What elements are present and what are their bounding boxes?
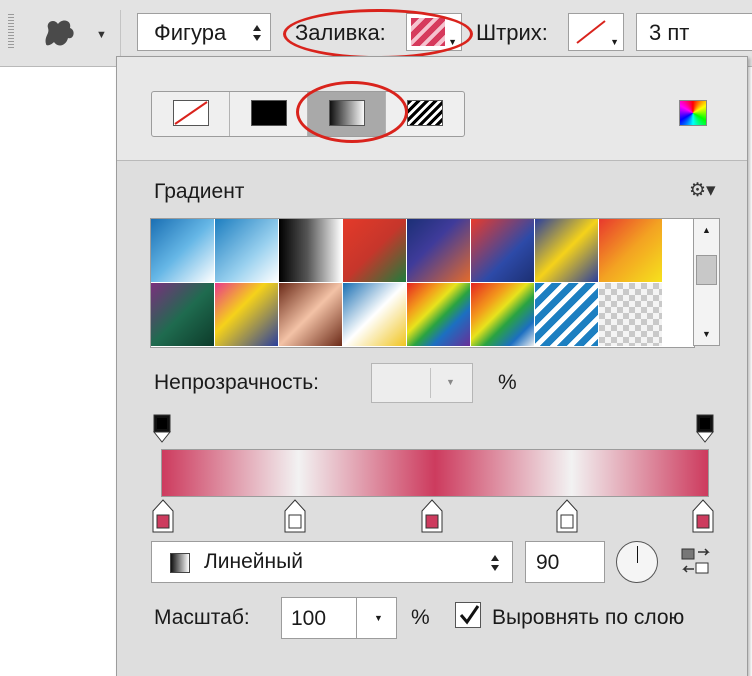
align-with-layer-checkbox[interactable]	[455, 602, 481, 628]
scale-label: Масштаб:	[154, 606, 250, 629]
gradient-type-select[interactable]: Линейный	[151, 541, 513, 583]
custom-shape-tool-icon[interactable]	[40, 16, 80, 50]
stroke-swatch-button[interactable]: ▼	[568, 13, 624, 51]
fill-type-switcher	[151, 91, 465, 137]
opacity-unit: %	[498, 371, 517, 394]
divider	[356, 598, 357, 638]
presets-scrollbar[interactable]: ▲ ▼	[693, 218, 720, 346]
color-stop-icon[interactable]	[556, 499, 578, 533]
gradient-type-icon	[170, 553, 190, 573]
updown-arrows-icon	[253, 25, 261, 41]
scrollbar-thumb[interactable]	[696, 255, 717, 285]
fill-preview	[411, 18, 445, 46]
gradient-type-value: Линейный	[204, 550, 303, 573]
gradient-preset-swatch[interactable]	[215, 283, 278, 346]
shape-type-value: Фигура	[154, 20, 227, 45]
gradient-preset-swatch[interactable]	[343, 219, 406, 282]
opacity-label: Непрозрачность:	[154, 371, 319, 394]
divider	[430, 368, 431, 398]
toolbar-grip[interactable]	[8, 14, 14, 48]
scale-input[interactable]: 100 ▼	[281, 597, 397, 639]
gradient-preset-swatch[interactable]	[215, 219, 278, 282]
toolbar-divider	[120, 10, 121, 56]
pattern-icon	[407, 100, 443, 126]
gradient-preset-swatch[interactable]	[471, 283, 534, 346]
gradient-icon	[329, 100, 365, 126]
scroll-up-icon[interactable]: ▲	[702, 225, 711, 235]
color-picker-icon[interactable]	[679, 100, 707, 126]
gradient-preset-swatch[interactable]	[343, 283, 406, 346]
no-fill-button[interactable]	[152, 92, 230, 136]
scroll-down-icon[interactable]: ▼	[702, 329, 711, 339]
gradient-preset-swatch[interactable]	[407, 219, 470, 282]
fill-options-panel: Градиент ⚙▾ ▲ ▼ Непрозрачность: ▼ % Лине…	[116, 56, 748, 676]
gradient-preview-bar[interactable]	[161, 449, 709, 497]
chevron-down-icon[interactable]: ▼	[446, 377, 455, 387]
gradient-section: Градиент ⚙▾ ▲ ▼ Непрозрачность: ▼ %	[117, 160, 747, 676]
angle-dial[interactable]	[616, 541, 658, 583]
angle-dial-hand	[637, 546, 638, 563]
color-stop-icon[interactable]	[692, 499, 714, 533]
opacity-input[interactable]: ▼	[371, 363, 473, 403]
fill-swatch-button[interactable]: ▼	[406, 13, 462, 51]
color-stop-icon[interactable]	[284, 499, 306, 533]
gradient-preset-swatch[interactable]	[151, 283, 214, 346]
angle-input[interactable]: 90	[525, 541, 605, 583]
reverse-gradient-icon[interactable]	[681, 547, 711, 577]
no-fill-icon	[173, 100, 209, 126]
chevron-down-icon: ▼	[448, 37, 457, 47]
solid-color-icon	[251, 100, 287, 126]
chevron-down-icon[interactable]: ▼	[374, 613, 383, 623]
scale-value: 100	[291, 607, 327, 630]
gradient-preset-swatch[interactable]	[535, 219, 598, 282]
color-stop-icon[interactable]	[152, 499, 174, 533]
checkmark-icon	[459, 605, 480, 625]
gradient-preset-swatch[interactable]	[535, 283, 598, 346]
gradient-preset-swatch[interactable]	[151, 219, 214, 282]
gradient-preset-swatch[interactable]	[407, 283, 470, 346]
stroke-width-input[interactable]: 3 пт	[636, 13, 752, 51]
solid-color-button[interactable]	[230, 92, 308, 136]
gradient-preset-swatch[interactable]	[599, 283, 662, 346]
gradient-title: Градиент	[154, 180, 245, 203]
align-with-layer-label: Выровнять по слою	[492, 606, 685, 629]
gradient-presets-grid	[150, 218, 695, 348]
gradient-preset-swatch[interactable]	[471, 219, 534, 282]
stroke-label: Штрих:	[476, 20, 548, 45]
pattern-button[interactable]	[386, 92, 464, 136]
shape-type-select[interactable]: Фигура	[137, 13, 271, 51]
fill-label: Заливка:	[295, 20, 386, 45]
gradient-preset-swatch[interactable]	[279, 219, 342, 282]
no-color-icon	[574, 18, 608, 46]
opacity-stop-icon[interactable]	[696, 414, 714, 444]
scale-unit: %	[411, 606, 430, 629]
opacity-stop-icon[interactable]	[153, 414, 171, 444]
chevron-down-icon: ▼	[610, 37, 619, 47]
color-stop-icon[interactable]	[421, 499, 443, 533]
updown-arrows-icon	[491, 555, 499, 571]
shape-tool-dropdown-icon[interactable]: ▼	[96, 29, 107, 41]
gear-icon[interactable]: ⚙▾	[689, 179, 716, 202]
gradient-preset-swatch[interactable]	[279, 283, 342, 346]
gradient-preset-swatch[interactable]	[599, 219, 662, 282]
gradient-button[interactable]	[308, 92, 386, 136]
